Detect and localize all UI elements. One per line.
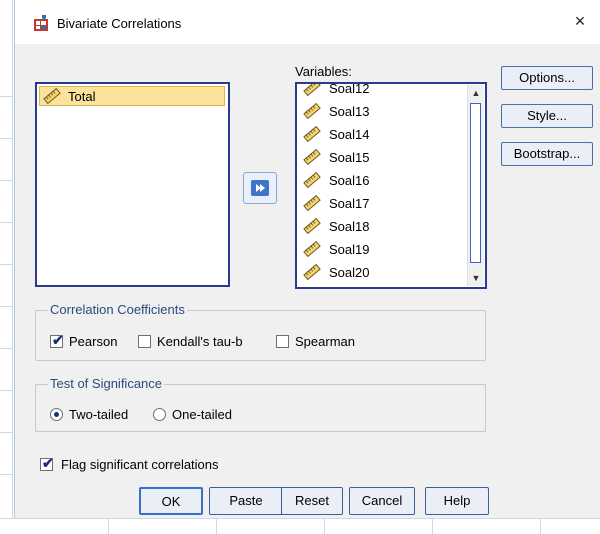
scroll-thumb[interactable] <box>470 103 481 263</box>
list-item[interactable]: Soal16 <box>299 170 469 190</box>
ok-button[interactable]: OK <box>139 487 203 515</box>
list-item-label: Soal15 <box>329 150 370 165</box>
one-tailed-radio[interactable] <box>153 408 166 421</box>
list-item[interactable]: Soal20 <box>299 262 469 282</box>
list-item[interactable]: Soal15 <box>299 147 469 167</box>
scale-ruler-icon <box>303 218 321 234</box>
pearson-label: Pearson <box>69 334 118 349</box>
scale-ruler-icon <box>303 149 321 165</box>
list-item-label: Soal14 <box>329 127 370 142</box>
list-item[interactable]: Soal18 <box>299 216 469 236</box>
spreadsheet-background <box>0 0 13 533</box>
style-button[interactable]: Style... <box>501 104 593 128</box>
list-item-label: Soal12 <box>329 82 370 96</box>
one-tailed-label: One-tailed <box>172 407 232 422</box>
list-item[interactable]: Soal14 <box>299 124 469 144</box>
spearman-label: Spearman <box>295 334 355 349</box>
variables-list[interactable]: Soal12 Soal13 Soal14 Soal15 Soal16 Soal17 Soal… <box>295 82 487 289</box>
paste-button[interactable]: Paste <box>209 487 283 515</box>
help-button[interactable]: Help <box>425 487 489 515</box>
list-item-label: Total <box>68 89 96 104</box>
close-button[interactable]: × <box>569 10 591 32</box>
kendall-checkbox[interactable] <box>138 335 151 348</box>
scale-ruler-icon <box>303 103 321 119</box>
list-item-label: Soal17 <box>329 196 370 211</box>
two-tailed-label: Two-tailed <box>69 407 129 422</box>
correlation-coefficients-group: Correlation Coefficients ✔ Pearson Kenda… <box>35 302 486 361</box>
scale-ruler-icon <box>303 172 321 188</box>
variables-scrollbar[interactable]: ▲ ▼ <box>467 85 484 286</box>
list-item[interactable]: Soal19 <box>299 239 469 259</box>
flag-significant-label: Flag significant correlations <box>61 457 219 472</box>
test-of-significance-group: Test of Significance Two-tailed One-tail… <box>35 376 486 432</box>
variables-label: Variables: <box>295 64 352 79</box>
list-item[interactable]: Soal13 <box>299 101 469 121</box>
list-item-label: Soal19 <box>329 242 370 257</box>
move-to-variables-button[interactable] <box>243 172 277 204</box>
kendall-label: Kendall's tau-b <box>157 334 243 349</box>
list-item[interactable]: Total <box>39 86 225 106</box>
scroll-down-icon[interactable]: ▼ <box>468 270 484 286</box>
scale-ruler-icon <box>303 84 321 96</box>
two-tailed-radio[interactable] <box>50 408 63 421</box>
scale-ruler-icon <box>303 241 321 257</box>
group-title: Correlation Coefficients <box>48 302 187 317</box>
scale-ruler-icon <box>43 88 61 104</box>
scroll-up-icon[interactable]: ▲ <box>468 85 484 101</box>
list-item[interactable]: Soal12 <box>299 82 469 98</box>
list-item-label: Soal16 <box>329 173 370 188</box>
scale-ruler-icon <box>303 126 321 142</box>
pearson-checkbox[interactable]: ✔ <box>50 333 64 348</box>
cancel-button[interactable]: Cancel <box>349 487 415 515</box>
spreadsheet-bottom-strip <box>0 518 600 534</box>
group-title: Test of Significance <box>48 376 165 391</box>
list-item-label: Soal20 <box>329 265 370 280</box>
scale-ruler-icon <box>303 195 321 211</box>
spearman-checkbox[interactable] <box>276 335 289 348</box>
spss-app-icon <box>34 15 48 31</box>
bootstrap-button[interactable]: Bootstrap... <box>501 142 593 166</box>
list-item[interactable]: Soal17 <box>299 193 469 213</box>
list-item-label: Soal13 <box>329 104 370 119</box>
arrow-right-icon <box>251 180 269 196</box>
dialog-title: Bivariate Correlations <box>57 16 182 31</box>
flag-significant-checkbox[interactable]: ✔ <box>40 456 54 471</box>
scale-ruler-icon <box>303 264 321 280</box>
reset-button[interactable]: Reset <box>281 487 343 515</box>
bivariate-correlations-dialog: Bivariate Correlations × Total Variables… <box>14 0 600 518</box>
source-variable-list[interactable]: Total <box>35 82 230 287</box>
title-bar: Bivariate Correlations × <box>15 0 600 44</box>
list-item-label: Soal18 <box>329 219 370 234</box>
options-button[interactable]: Options... <box>501 66 593 90</box>
